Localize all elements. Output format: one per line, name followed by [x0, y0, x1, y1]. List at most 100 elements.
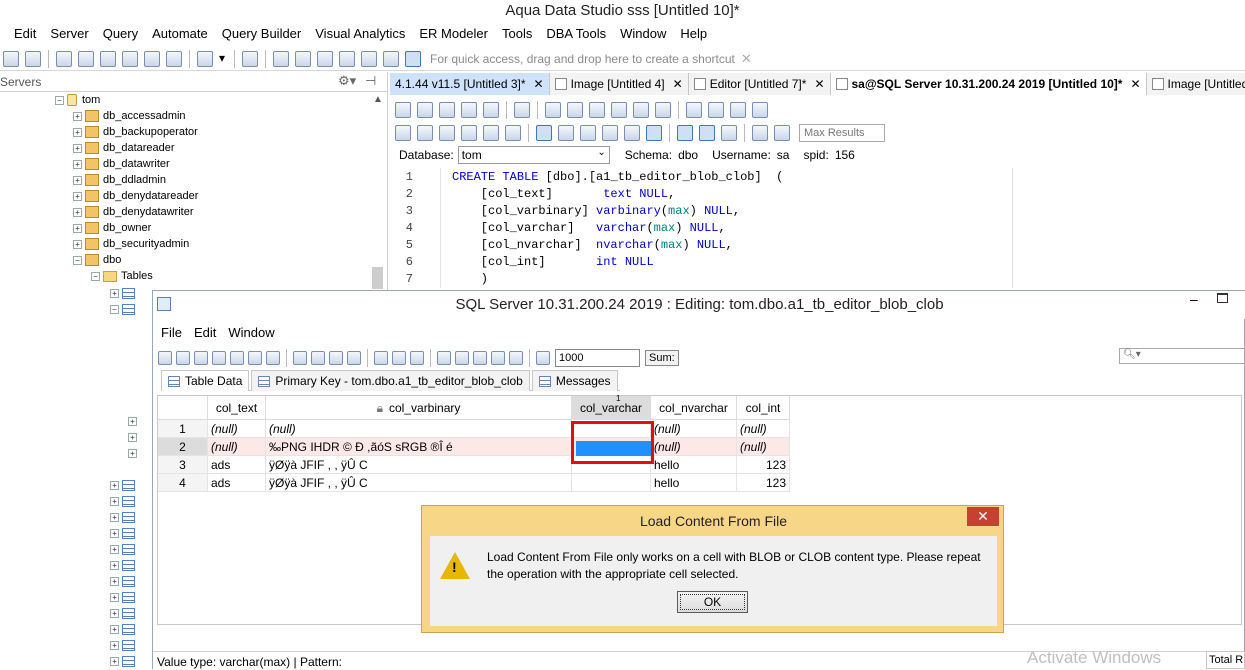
copy-icon[interactable]: [56, 50, 72, 67]
find-icon[interactable]: [686, 102, 702, 118]
menu-query[interactable]: Query: [96, 23, 145, 45]
uppercase-icon[interactable]: [752, 102, 768, 118]
expand-icon[interactable]: +: [73, 159, 82, 169]
grid-results-icon[interactable]: [536, 125, 552, 141]
cell[interactable]: hello: [651, 456, 737, 474]
run-plan-icon[interactable]: [461, 125, 477, 141]
expand-icon[interactable]: +: [110, 480, 119, 490]
cell[interactable]: (null): [266, 420, 572, 438]
expand-icon[interactable]: +: [73, 207, 82, 217]
tab-image-untitled[interactable]: Image [Untitled: [1146, 73, 1245, 95]
row-number[interactable]: 3: [158, 456, 208, 474]
search-input[interactable]: 🔍︎▾: [1119, 348, 1245, 364]
collapse-icon[interactable]: −: [73, 255, 82, 265]
run-script-icon[interactable]: [483, 125, 499, 141]
max-results-input[interactable]: [799, 124, 885, 142]
tree-node-role[interactable]: + db_datawriter: [73, 156, 170, 172]
cell[interactable]: (null): [737, 420, 790, 438]
menu-dba-tools[interactable]: DBA Tools: [539, 23, 613, 45]
save-all-icon[interactable]: [483, 102, 499, 118]
tree-node-table[interactable]: +: [110, 637, 138, 653]
expand-icon[interactable]: +: [110, 544, 119, 554]
expand-icon[interactable]: +: [73, 111, 82, 121]
tree-node-table[interactable]: +: [110, 573, 138, 589]
expand-icon[interactable]: +: [110, 576, 119, 586]
max-rows-input[interactable]: 1000: [555, 349, 640, 367]
stop-icon[interactable]: [266, 351, 280, 365]
stop-icon[interactable]: [505, 125, 521, 141]
edit-icon[interactable]: [374, 351, 388, 365]
max-rows-icon[interactable]: [536, 351, 550, 365]
chart-icon[interactable]: [491, 351, 505, 365]
execute-icon[interactable]: [395, 125, 411, 141]
query-builder-icon[interactable]: [100, 50, 116, 67]
tab-messages[interactable]: Messages: [531, 370, 618, 391]
database-select[interactable]: tom ⌄: [457, 146, 610, 164]
rollback-icon[interactable]: [646, 125, 662, 141]
server-properties-icon[interactable]: [25, 50, 41, 67]
cell[interactable]: (null): [208, 420, 266, 438]
cell[interactable]: (null): [651, 438, 737, 456]
expand-icon[interactable]: +: [73, 175, 82, 185]
run-icon[interactable]: [417, 125, 433, 141]
tree-node-role[interactable]: + db_backupoperator: [73, 124, 198, 140]
split-icon[interactable]: [699, 125, 715, 141]
tree-node-column[interactable]: +: [128, 445, 140, 461]
column-header-col-text[interactable]: col_text: [208, 396, 266, 420]
duplicate-row-icon[interactable]: [347, 351, 361, 365]
record-results-icon[interactable]: [580, 125, 596, 141]
load-content-icon[interactable]: [392, 351, 406, 365]
list-icon[interactable]: [361, 50, 377, 67]
form-view-icon[interactable]: [437, 351, 451, 365]
tree-node-table[interactable]: +: [110, 285, 138, 301]
menu-window[interactable]: Window: [222, 325, 280, 343]
cell[interactable]: ÿØÿà JFIF , , ÿÛ C: [266, 474, 572, 492]
expand-icon[interactable]: +: [73, 127, 82, 137]
transaction-icon[interactable]: [212, 351, 226, 365]
export-icon[interactable]: [509, 351, 523, 365]
menu-help[interactable]: Help: [673, 23, 714, 45]
insert-row-icon[interactable]: [293, 351, 307, 365]
expand-icon[interactable]: +: [110, 592, 119, 602]
expand-icon[interactable]: +: [110, 624, 119, 634]
text-results-icon[interactable]: [558, 125, 574, 141]
cell[interactable]: ÿØÿà JFIF , , ÿÛ C: [266, 456, 572, 474]
grid-icon[interactable]: [273, 50, 289, 67]
tree-node-table[interactable]: +: [110, 605, 138, 621]
collapse-icon[interactable]: −: [55, 95, 64, 105]
window-icon[interactable]: [383, 50, 399, 67]
dropdown-arrow-icon[interactable]: ▾: [219, 51, 227, 67]
tree-node-table[interactable]: +: [110, 589, 138, 605]
tab-untitled-3[interactable]: 4.1.44 v11.5 [Untitled 3]* ✕: [390, 73, 550, 95]
expand-icon[interactable]: +: [110, 560, 119, 570]
menu-edit[interactable]: Edit: [188, 325, 222, 343]
menu-er-modeler[interactable]: ER Modeler: [412, 23, 495, 45]
expand-icon[interactable]: +: [110, 512, 119, 522]
scroll-up-icon[interactable]: ▲: [373, 94, 383, 105]
tab-untitled-10[interactable]: sa@SQL Server 10.31.200.24 2019 [Untitle…: [830, 73, 1147, 95]
tree-node-table[interactable]: +: [110, 493, 138, 509]
tree-node-table[interactable]: +: [110, 653, 138, 669]
expand-icon[interactable]: +: [110, 640, 119, 650]
tree-node-column[interactable]: +: [128, 429, 140, 445]
expand-icon[interactable]: +: [73, 143, 82, 153]
tab-primary-key[interactable]: Primary Key - tom.dbo.a1_tb_editor_blob_…: [251, 370, 530, 391]
server-icon[interactable]: [3, 50, 19, 67]
menu-server[interactable]: Server: [43, 23, 95, 45]
save-icon[interactable]: [439, 102, 455, 118]
close-icon[interactable]: ✕: [741, 51, 752, 67]
collapse-icon[interactable]: −: [110, 304, 119, 314]
menu-tools[interactable]: Tools: [495, 23, 539, 45]
refresh-icon[interactable]: [158, 351, 172, 365]
commit-icon[interactable]: [230, 351, 244, 365]
collapse-icon[interactable]: −: [91, 271, 100, 281]
expand-icon[interactable]: +: [110, 528, 119, 538]
row-number[interactable]: 1: [158, 420, 208, 438]
tree-scrollbar[interactable]: ▲: [370, 92, 386, 292]
document-icon[interactable]: [197, 50, 213, 67]
ok-button[interactable]: OK: [677, 591, 748, 613]
sort-icon[interactable]: [473, 351, 487, 365]
menu-automate[interactable]: Automate: [145, 23, 215, 45]
close-tab-icon[interactable]: ✕: [814, 77, 824, 91]
scroll-thumb[interactable]: [372, 267, 383, 289]
